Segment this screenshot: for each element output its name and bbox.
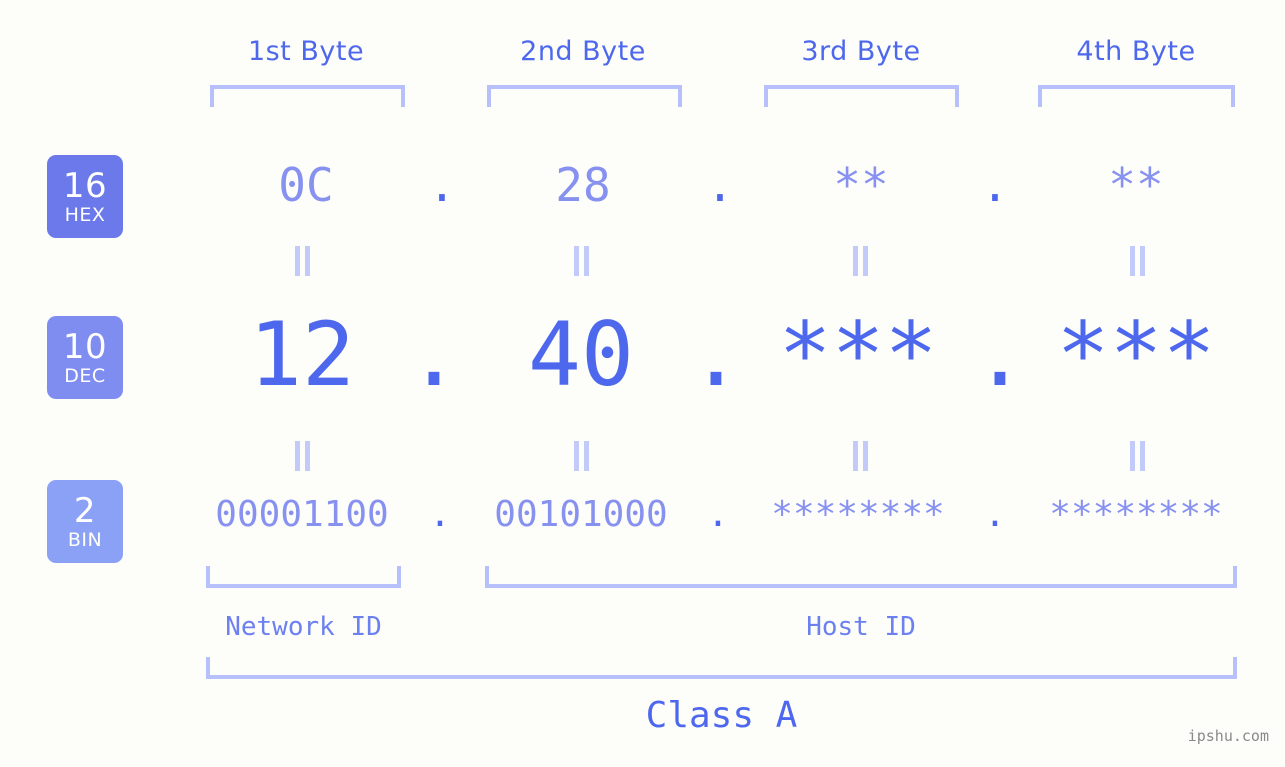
base-badge-bin: 2 BIN <box>47 480 123 563</box>
bin-byte-3: ******** <box>771 494 945 535</box>
bin-separator-3: . <box>984 494 1006 535</box>
byte-header-2: 2nd Byte <box>520 36 646 67</box>
equals-connector-dec-bin-3 <box>849 441 871 471</box>
network-id-bracket <box>206 566 401 588</box>
dec-separator-1: . <box>407 303 461 406</box>
hex-byte-3: ** <box>833 158 889 212</box>
byte-bracket-4 <box>1038 85 1235 107</box>
hex-separator-2: . <box>706 158 734 212</box>
bin-separator-2: . <box>707 494 729 535</box>
byte-bracket-2 <box>487 85 682 107</box>
bin-byte-1: 00001100 <box>215 494 389 535</box>
base-badge-dec-label: DEC <box>64 364 106 387</box>
byte-header-4: 4th Byte <box>1076 36 1196 67</box>
dec-separator-3: . <box>973 303 1027 406</box>
class-bracket <box>206 657 1237 679</box>
hex-separator-1: . <box>428 158 456 212</box>
base-badge-dec-number: 10 <box>62 326 108 367</box>
equals-connector-dec-bin-2 <box>570 441 592 471</box>
equals-connector-dec-bin-4 <box>1126 441 1148 471</box>
byte-header-1: 1st Byte <box>247 36 365 67</box>
bin-separator-1: . <box>429 494 451 535</box>
hex-byte-1: 0C <box>278 158 334 212</box>
base-badge-hex-number: 16 <box>62 165 108 206</box>
dec-byte-2: 40 <box>528 303 634 406</box>
equals-connector-dec-bin-1 <box>291 441 313 471</box>
equals-connector-hex-dec-4 <box>1126 246 1148 276</box>
equals-connector-hex-dec-3 <box>849 246 871 276</box>
ip-address-breakdown-diagram: 1st Byte 2nd Byte 3rd Byte 4th Byte 16 H… <box>0 0 1285 767</box>
bin-byte-4: ******** <box>1049 494 1223 535</box>
host-id-bracket <box>485 566 1237 588</box>
network-id-label: Network ID <box>225 612 382 642</box>
byte-header-3: 3rd Byte <box>801 36 921 67</box>
dec-separator-2: . <box>689 303 743 406</box>
site-watermark: ipshu.com <box>1187 727 1269 745</box>
dec-byte-3: *** <box>778 303 938 406</box>
base-badge-hex: 16 HEX <box>47 155 123 238</box>
class-label: Class A <box>645 695 798 736</box>
hex-separator-3: . <box>981 158 1009 212</box>
byte-bracket-1 <box>210 85 405 107</box>
dec-byte-1: 12 <box>249 303 355 406</box>
hex-byte-4: ** <box>1108 158 1164 212</box>
base-badge-hex-label: HEX <box>64 203 106 226</box>
base-badge-dec: 10 DEC <box>47 316 123 399</box>
bin-byte-2: 00101000 <box>494 494 668 535</box>
host-id-label: Host ID <box>806 612 916 642</box>
equals-connector-hex-dec-1 <box>291 246 313 276</box>
base-badge-bin-number: 2 <box>73 490 97 531</box>
byte-bracket-3 <box>764 85 959 107</box>
equals-connector-hex-dec-2 <box>570 246 592 276</box>
dec-byte-4: *** <box>1056 303 1216 406</box>
hex-byte-2: 28 <box>555 158 611 212</box>
base-badge-bin-label: BIN <box>67 528 103 551</box>
